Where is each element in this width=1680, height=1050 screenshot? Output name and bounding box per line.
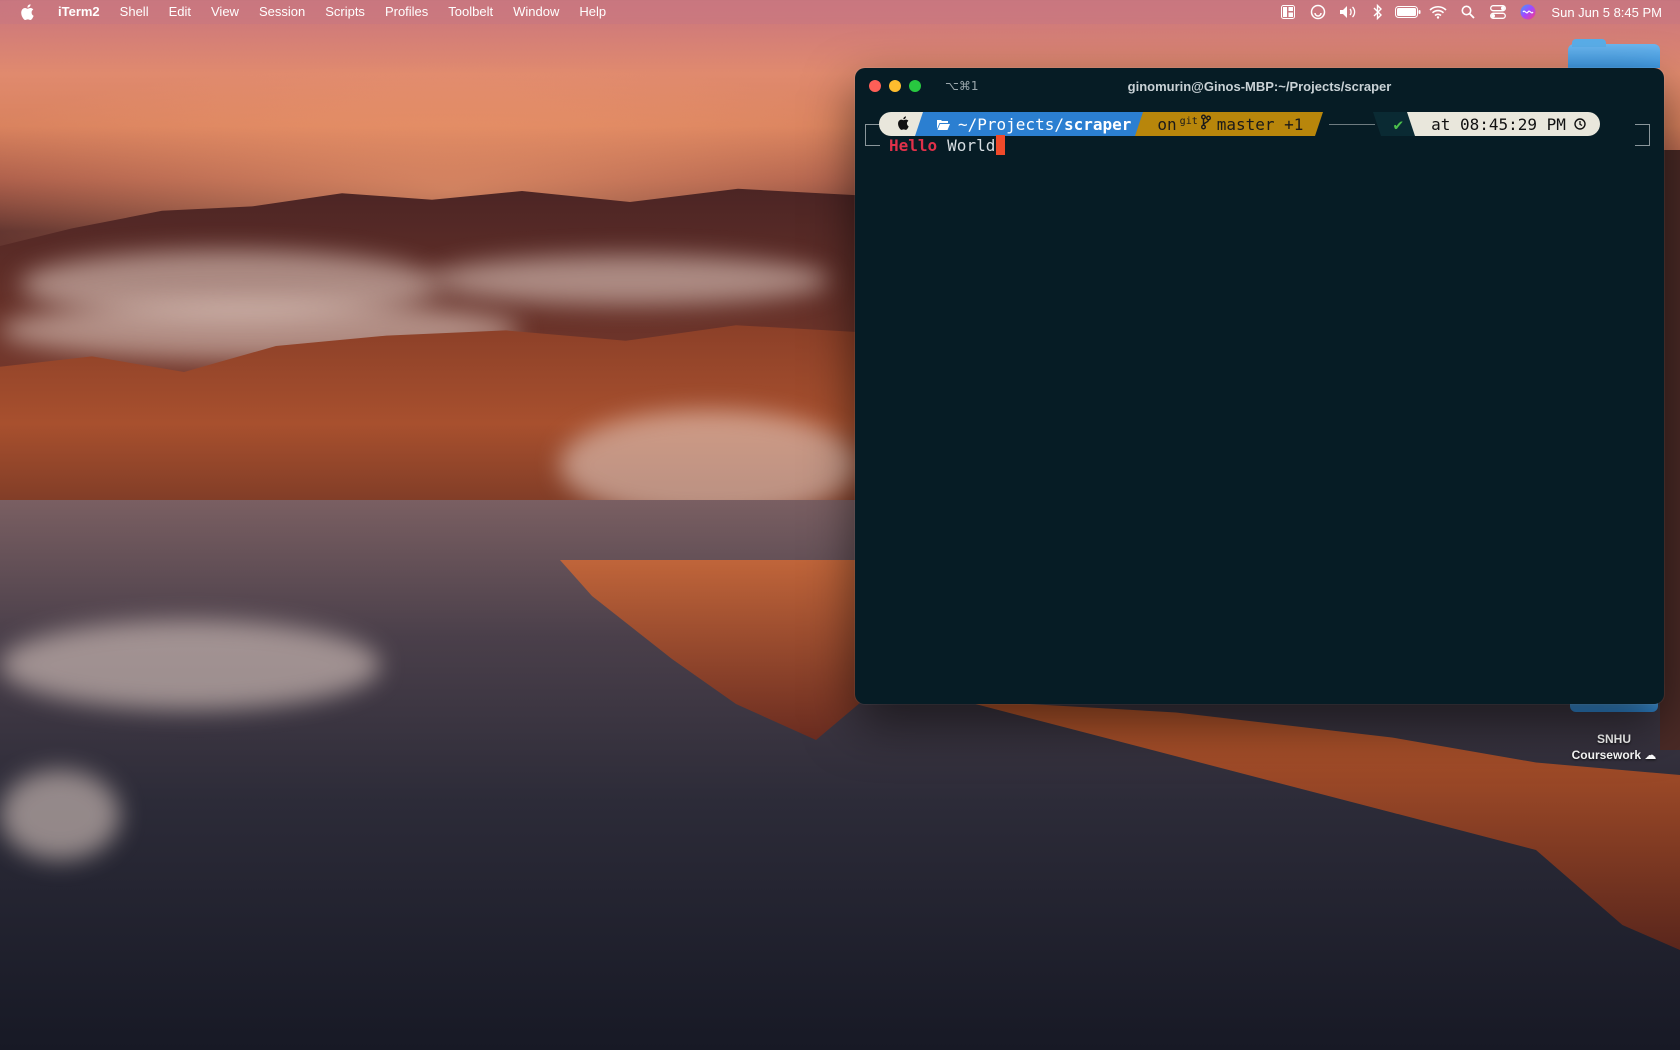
wallpaper-cloud: [430, 255, 830, 305]
wallpaper-cloud: [0, 620, 380, 710]
siri-icon[interactable]: [1513, 0, 1543, 24]
git-icon: git: [1179, 115, 1198, 127]
desktop-folder-label-line1: SNHU: [1596, 732, 1631, 746]
menu-help[interactable]: Help: [569, 0, 616, 24]
wifi-icon[interactable]: [1423, 0, 1453, 24]
traffic-lights: [869, 80, 921, 92]
zoom-button[interactable]: [909, 80, 921, 92]
command-word-world: World: [947, 135, 996, 155]
desktop-folder-label[interactable]: SNHU Coursework ☁: [1540, 731, 1680, 763]
status-area: Sun Jun 5 8:45 PM: [1273, 0, 1680, 24]
prompt-path-dir: scraper: [1063, 114, 1132, 134]
prompt-frame-left: [865, 124, 880, 146]
desktop-folder-label-line2: Coursework ☁: [1540, 747, 1680, 763]
menu-edit[interactable]: Edit: [159, 0, 201, 24]
menu-session[interactable]: Session: [249, 0, 315, 24]
desktop-folder-label-text: Coursework: [1571, 748, 1641, 762]
apple-icon: [897, 115, 909, 134]
apple-menu-icon[interactable]: [20, 4, 34, 20]
menu-toolbelt[interactable]: Toolbelt: [438, 0, 503, 24]
prompt-frame-right: [1635, 124, 1650, 146]
minimize-button[interactable]: [889, 80, 901, 92]
prompt-branch: master +1: [1216, 114, 1304, 134]
prompt-time: at 08:45:29 PM: [1431, 114, 1566, 134]
close-button[interactable]: [869, 80, 881, 92]
search-icon[interactable]: [1453, 0, 1483, 24]
prompt-path-prefix: ~/Projects/: [958, 114, 1064, 134]
layout-icon[interactable]: [1273, 0, 1303, 24]
desktop-folder-icon[interactable]: [1568, 39, 1660, 68]
menu-window[interactable]: Window: [503, 0, 569, 24]
battery-icon[interactable]: [1393, 0, 1423, 24]
command-word-hello: Hello: [889, 135, 938, 155]
command-line[interactable]: Hello World: [889, 134, 1006, 156]
menu-profiles[interactable]: Profiles: [375, 0, 438, 24]
branch-icon: [1200, 114, 1211, 134]
menu-app-name[interactable]: iTerm2: [48, 0, 110, 24]
focus-icon[interactable]: [1303, 0, 1333, 24]
folder-open-icon: [937, 115, 950, 134]
status-ok-check-icon: ✔: [1393, 114, 1404, 134]
clock-icon: [1574, 115, 1586, 134]
menu-shell[interactable]: Shell: [110, 0, 159, 24]
menu-bar: iTerm2 Shell Edit View Session Scripts P…: [0, 0, 1680, 24]
text-cursor: [996, 135, 1006, 155]
iterm-window[interactable]: ⌥⌘1 ginomurin@Ginos-MBP:~/Projects/scrap…: [855, 68, 1664, 704]
tab-shortcut-label: ⌥⌘1: [945, 79, 979, 93]
prompt-filler-line: [1329, 123, 1376, 125]
prompt-time-segment: at 08:45:29 PM: [1407, 112, 1600, 136]
window-titlebar[interactable]: ⌥⌘1 ginomurin@Ginos-MBP:~/Projects/scrap…: [855, 68, 1664, 104]
wallpaper-cloud: [0, 770, 120, 860]
menu-scripts[interactable]: Scripts: [315, 0, 375, 24]
prompt-vcs-on: on: [1157, 114, 1177, 134]
volume-icon[interactable]: [1333, 0, 1363, 24]
prompt-git-segment: on git master +1: [1135, 112, 1324, 136]
icloud-download-icon: ☁: [1644, 748, 1657, 762]
control-center-icon[interactable]: [1483, 0, 1513, 24]
shell-prompt: ~/Projects/scraper on git master +1 ✔ at…: [879, 112, 1600, 136]
bluetooth-icon[interactable]: [1363, 0, 1393, 24]
prompt-path-segment: ~/Projects/scraper: [914, 112, 1144, 136]
menu-view[interactable]: View: [201, 0, 249, 24]
menu-clock[interactable]: Sun Jun 5 8:45 PM: [1543, 5, 1662, 20]
